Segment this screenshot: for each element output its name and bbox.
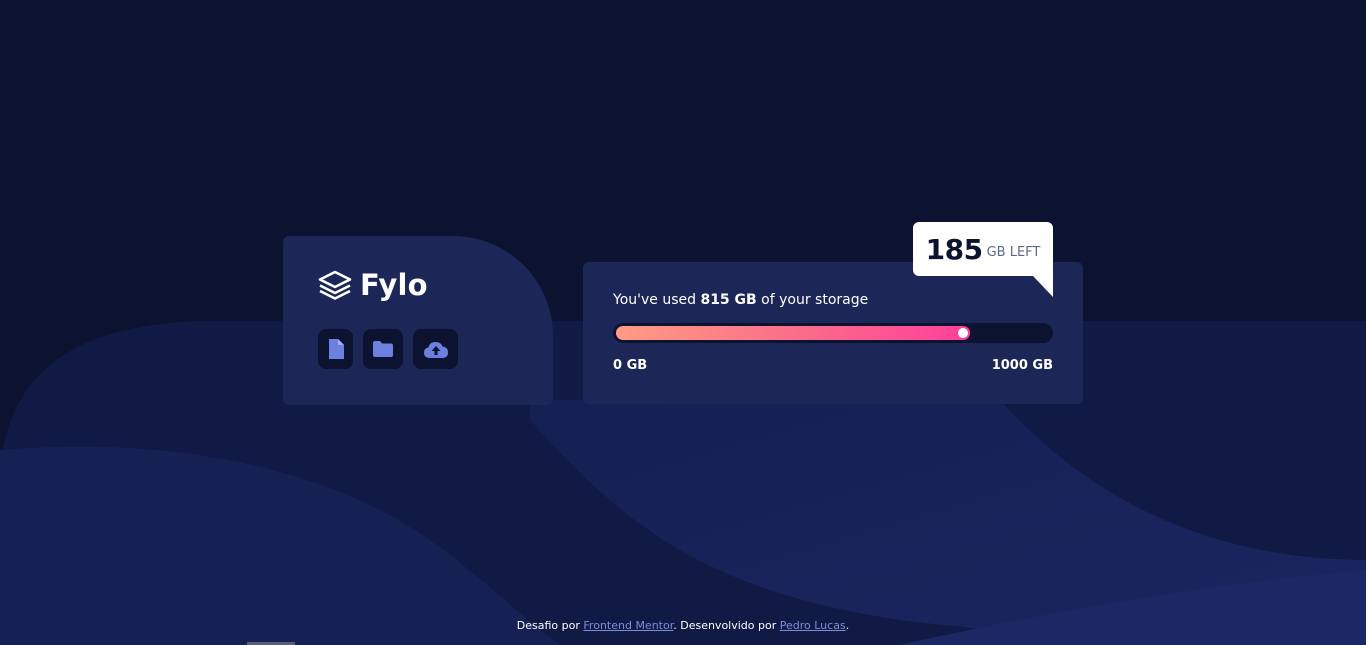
upload-button[interactable] [413,329,458,369]
range-min-label: 0 GB [613,358,648,373]
remaining-label: GB LEFT [986,244,1041,260]
file-button[interactable] [318,329,353,369]
folder-button[interactable] [363,329,403,369]
frontend-mentor-link[interactable]: Frontend Mentor [583,619,673,632]
upload-icon [423,341,448,358]
footer-suffix: . [845,619,850,632]
logo-card: Fylo [283,236,553,405]
attribution-footer: Desafio por Frontend Mentor. Desenvolvid… [0,619,1366,632]
usage-prefix: You've used [613,292,696,308]
brand-logo: Fylo [318,270,428,300]
range-max-label: 1000 GB [991,358,1053,373]
folder-icon [373,341,393,357]
footer-middle: . Desenvolvido por [673,619,777,632]
remaining-value: 185 [925,232,983,266]
brand-name: Fylo [360,268,428,302]
storage-progress-fill [616,326,970,340]
tooltip-tail [1033,276,1053,297]
layers-icon [318,270,352,300]
storage-remaining-tooltip: 185 GB LEFT [913,222,1053,297]
author-link[interactable]: Pedro Lucas [780,619,846,632]
footer-prefix: Desafio por [516,619,580,632]
file-icon [328,339,344,359]
usage-suffix: of your storage [761,292,869,308]
storage-card: You've used 815 GB of your storage 0 GB … [583,262,1083,404]
storage-usage-text: You've used 815 GB of your storage [613,292,868,308]
storage-progress-bar [613,323,1053,343]
usage-amount: 815 GB [700,292,757,308]
progress-knob [958,328,968,338]
